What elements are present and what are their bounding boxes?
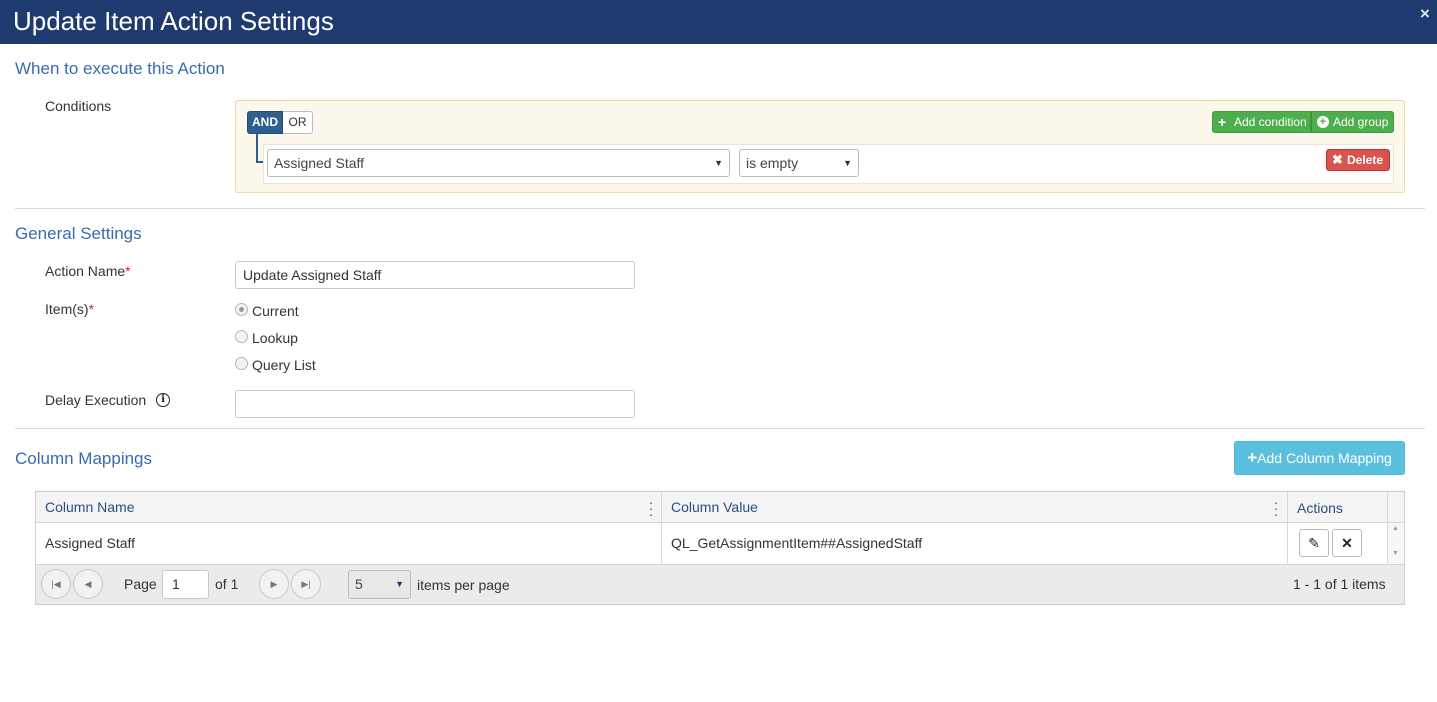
radio-current-label: Current bbox=[252, 303, 299, 319]
edit-pencil-icon[interactable]: ✎ bbox=[1299, 529, 1329, 557]
close-icon[interactable]: × bbox=[1416, 4, 1434, 24]
info-icon[interactable]: i bbox=[156, 393, 170, 407]
or-toggle[interactable]: OR bbox=[283, 111, 313, 134]
required-marker: * bbox=[125, 263, 131, 279]
radio-query-list[interactable] bbox=[235, 357, 248, 370]
field-select[interactable]: Assigned Staff ▼ bbox=[267, 149, 730, 177]
caret-down-icon: ▼ bbox=[714, 158, 723, 168]
cell-column-value: QL_GetAssignmentItem##AssignedStaff bbox=[671, 535, 923, 551]
dialog-title: Update Item Action Settings bbox=[13, 6, 334, 36]
field-select-value: Assigned Staff bbox=[274, 155, 365, 171]
column-header-name[interactable]: Column Name bbox=[36, 492, 661, 523]
add-condition-label: Add condition bbox=[1234, 115, 1307, 129]
add-column-mapping-label: Add Column Mapping bbox=[1257, 450, 1392, 466]
column-menu-icon[interactable]: · · · bbox=[1273, 495, 1279, 521]
action-name-label-text: Action Name bbox=[45, 263, 126, 279]
required-marker: * bbox=[88, 301, 95, 317]
add-group-button[interactable]: + Add group bbox=[1311, 111, 1394, 133]
and-toggle[interactable]: AND bbox=[247, 111, 283, 134]
dialog-header: Update Item Action Settings × bbox=[0, 0, 1437, 44]
prev-page-icon[interactable]: ◀ bbox=[73, 569, 103, 599]
column-header-value[interactable]: Column Value bbox=[662, 492, 1287, 523]
page-size-select[interactable]: 5 ▼ bbox=[348, 570, 411, 599]
column-menu-icon[interactable]: · · · bbox=[648, 495, 654, 521]
items-label-text: Item(s) bbox=[45, 301, 89, 317]
mappings-section-title: Column Mappings bbox=[15, 449, 153, 468]
add-column-mapping-button[interactable]: +Add Column Mapping bbox=[1234, 441, 1405, 475]
add-condition-button[interactable]: + Add condition bbox=[1212, 111, 1311, 133]
cell-column-name: Assigned Staff bbox=[45, 535, 136, 551]
first-page-icon[interactable]: |◀ bbox=[41, 569, 71, 599]
remove-x-icon[interactable]: ✕ bbox=[1332, 529, 1362, 557]
section-divider bbox=[15, 208, 1425, 209]
conditions-label: Conditions bbox=[45, 98, 112, 114]
section-divider bbox=[15, 428, 1425, 429]
scroll-down-icon[interactable]: ▼ bbox=[1392, 550, 1399, 557]
plus-icon: + bbox=[1247, 448, 1258, 467]
grid-pager: |◀ ◀ Page 1 of 1 ▶ ▶| 5 ▼ items per page… bbox=[36, 564, 1404, 604]
plus-circle-icon: + bbox=[1317, 116, 1329, 128]
tree-connector bbox=[256, 134, 258, 163]
page-label: Page bbox=[124, 576, 157, 592]
delete-condition-button[interactable]: ✖ Delete bbox=[1326, 149, 1390, 171]
add-group-label: Add group bbox=[1333, 115, 1389, 129]
plus-icon: + bbox=[1218, 114, 1227, 130]
radio-current[interactable] bbox=[235, 303, 248, 316]
radio-lookup-label: Lookup bbox=[252, 330, 298, 346]
pager-summary: 1 - 1 of 1 items bbox=[1293, 576, 1386, 592]
column-header-actions: Actions bbox=[1297, 500, 1343, 516]
action-name-label: Action Name* bbox=[45, 263, 131, 279]
page-of-label: of 1 bbox=[215, 576, 239, 592]
vertical-scrollbar[interactable]: ▲ ▼ bbox=[1388, 523, 1404, 564]
operator-select[interactable]: is empty ▼ bbox=[739, 149, 859, 177]
scroll-up-icon[interactable]: ▲ bbox=[1392, 525, 1399, 532]
delete-label: Delete bbox=[1347, 153, 1384, 167]
general-section-title: General Settings bbox=[15, 224, 142, 243]
action-name-input[interactable]: Update Assigned Staff bbox=[235, 261, 635, 289]
when-section-title: When to execute this Action bbox=[15, 59, 225, 78]
query-builder: AND OR + Add condition + Add group Assig… bbox=[235, 100, 1405, 193]
last-page-icon[interactable]: ▶| bbox=[291, 569, 321, 599]
page-size-value: 5 bbox=[355, 576, 363, 592]
radio-lookup[interactable] bbox=[235, 330, 248, 343]
delay-execution-input[interactable] bbox=[235, 390, 635, 418]
operator-select-value: is empty bbox=[746, 155, 799, 171]
items-label: Item(s)* bbox=[45, 301, 94, 317]
page-number-input[interactable]: 1 bbox=[162, 570, 209, 599]
delay-execution-label: Delay Execution bbox=[45, 392, 147, 408]
column-mappings-grid: Column Name · · · Column Value · · · Actions… bbox=[35, 491, 1405, 605]
radio-query-list-label: Query List bbox=[252, 357, 316, 373]
times-icon: ✖ bbox=[1332, 152, 1343, 167]
next-page-icon[interactable]: ▶ bbox=[259, 569, 289, 599]
items-per-page-label: items per page bbox=[417, 577, 510, 593]
caret-down-icon: ▼ bbox=[843, 158, 852, 168]
caret-down-icon: ▼ bbox=[395, 579, 404, 589]
